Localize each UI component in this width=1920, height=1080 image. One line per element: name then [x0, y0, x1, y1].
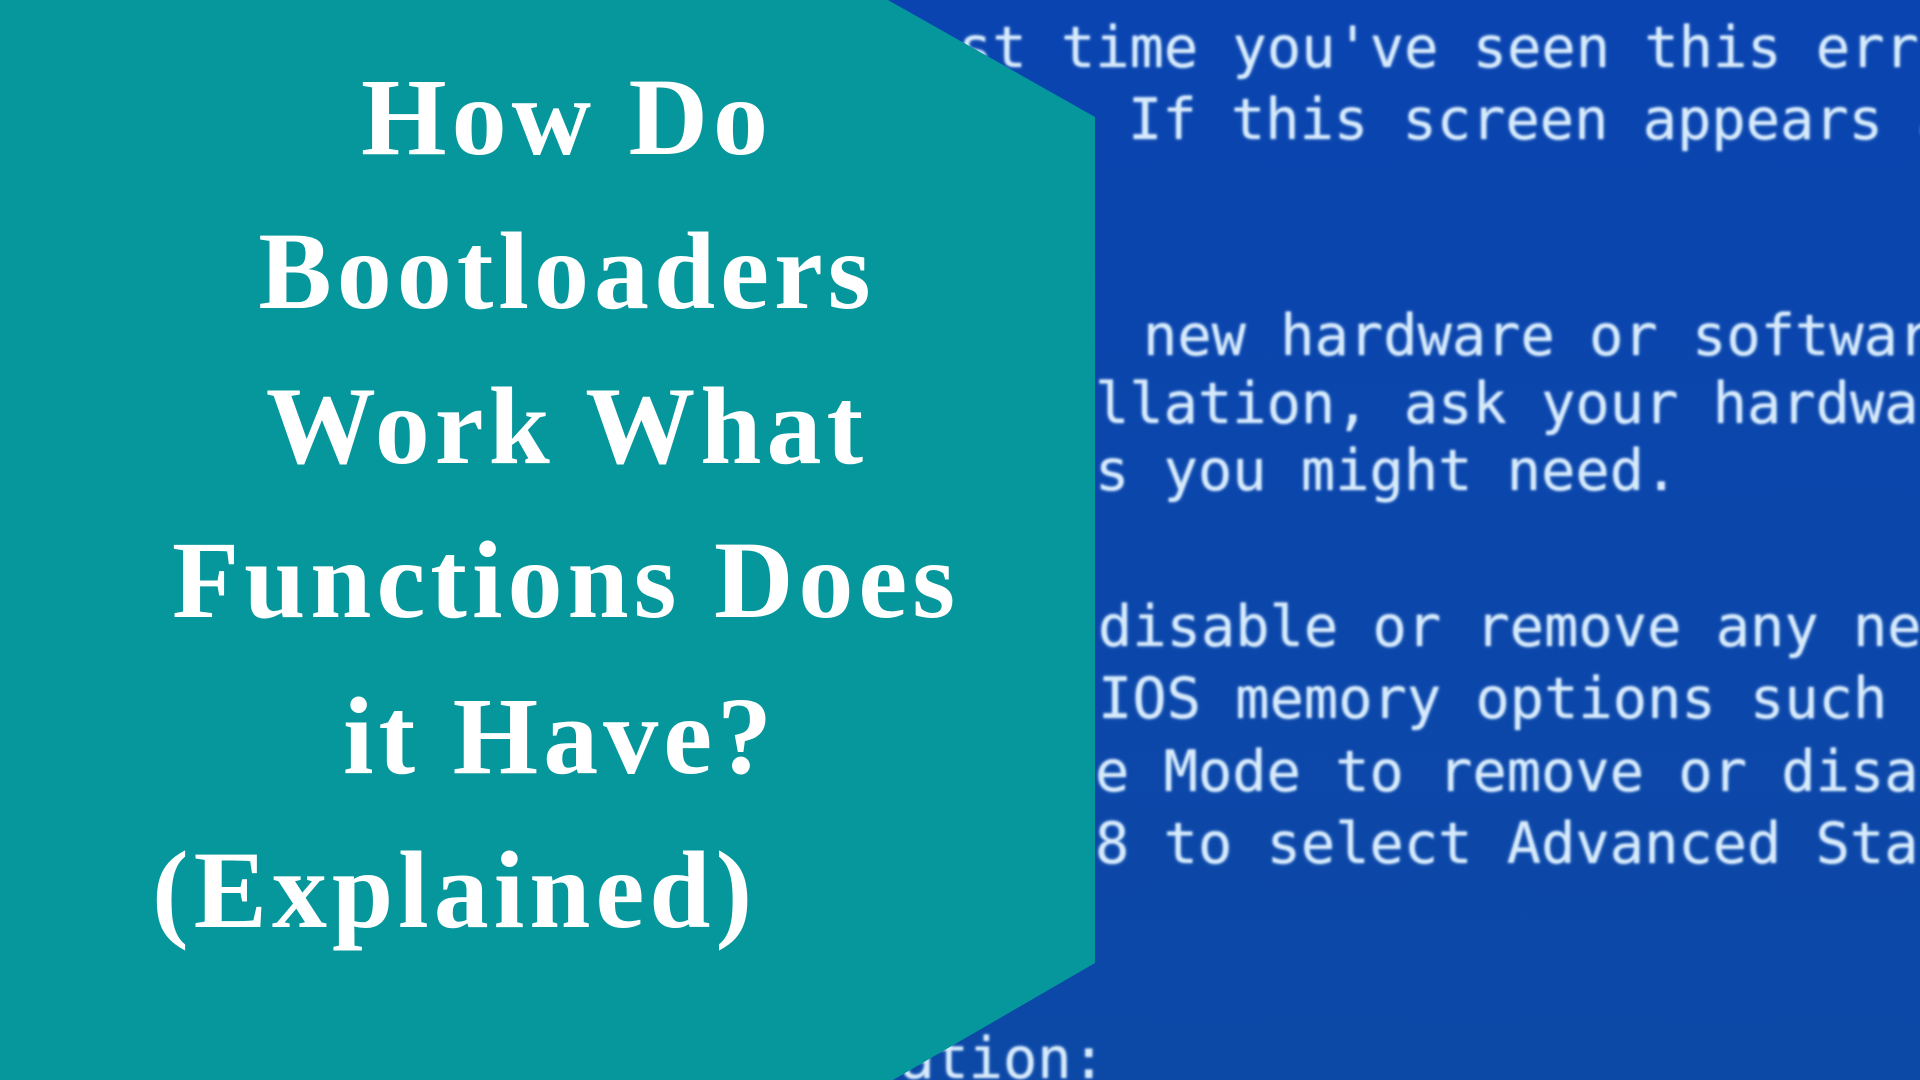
title-line-1: How Do — [361, 56, 773, 178]
title-line-5: it Have? — [342, 675, 778, 797]
title-line-2: Bootloaders — [258, 210, 876, 332]
thumbnail-canvas: st time you've seen this err If this scr… — [0, 0, 1920, 1080]
title-line-4: Functions Does — [171, 519, 961, 641]
title-line-6: (Explained) — [152, 829, 758, 951]
title-line-3: Work What — [265, 365, 869, 487]
